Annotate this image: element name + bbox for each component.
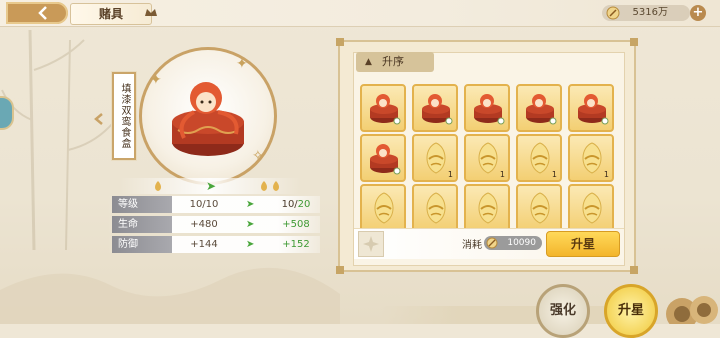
stat-next: 10/20 xyxy=(281,199,311,210)
empty-material-slot[interactable] xyxy=(358,231,384,257)
add-currency-button[interactable]: + xyxy=(690,5,706,21)
food-box-icon xyxy=(415,87,457,133)
back-arrow-icon xyxy=(38,6,47,20)
stat-next: +508 xyxy=(282,219,310,230)
material-slot-food-box[interactable] xyxy=(360,134,406,182)
material-slot-egg[interactable]: 1 xyxy=(568,134,614,182)
star-rank-icon xyxy=(261,181,267,191)
material-slot-food-box[interactable] xyxy=(412,84,458,132)
stat-label: 生命 xyxy=(112,216,172,233)
back-button[interactable] xyxy=(6,2,68,24)
arrow-right-icon: ➤ xyxy=(246,239,255,250)
food-box-character-image xyxy=(172,82,244,156)
upgrade-tab-button[interactable]: 升星 xyxy=(604,284,658,338)
arrow-right-icon: ➤ xyxy=(246,219,255,230)
crown-icon xyxy=(145,9,157,16)
egg-icon xyxy=(363,187,405,233)
material-slot-food-box[interactable] xyxy=(516,84,562,132)
sparkle-icon: ✦ xyxy=(236,56,248,72)
food-box-icon xyxy=(571,87,613,133)
material-slot-egg[interactable]: 1 xyxy=(516,134,562,182)
stat-row-defense: 防御 +144 ➤ +152 xyxy=(108,236,320,253)
sparkle-icon: ✧ xyxy=(252,148,264,164)
item-name: 填漆双鸾食盒 xyxy=(111,71,137,161)
cost-label: 消耗 xyxy=(462,240,482,251)
material-slot-egg[interactable] xyxy=(464,184,510,232)
sparkle-placeholder-icon xyxy=(363,236,379,252)
stat-row-level: 等级 10/10 ➤ 10/20 xyxy=(108,196,320,213)
item-portrait xyxy=(139,47,277,185)
stat-label: 等级 xyxy=(112,196,172,213)
food-box-icon xyxy=(467,87,509,133)
stat-label: 防御 xyxy=(112,236,172,253)
stat-current: +144 xyxy=(190,239,218,250)
arrow-right-icon: ➤ xyxy=(206,179,217,193)
coin-icon xyxy=(606,6,620,20)
food-box-icon xyxy=(363,87,405,133)
sort-button[interactable]: ▲ 升序 xyxy=(356,52,434,72)
material-slot-food-box[interactable] xyxy=(464,84,510,132)
bottom-rail xyxy=(380,306,640,324)
currency-amount: 5316万 xyxy=(632,7,668,18)
material-slot-egg[interactable]: 1 xyxy=(412,134,458,182)
material-slot-egg[interactable] xyxy=(412,184,458,232)
enhance-tab-button[interactable]: 强化 xyxy=(536,284,590,338)
rank-strip: ➤ xyxy=(120,178,300,194)
egg-icon xyxy=(519,187,561,233)
cost-value: 10090 xyxy=(484,236,542,250)
stat-current: 10/10 xyxy=(189,199,219,210)
slot-count: 1 xyxy=(499,170,505,179)
star-rank-icon xyxy=(155,181,161,191)
stat-next: +152 xyxy=(282,239,310,250)
page-title: 赌具 xyxy=(70,3,152,25)
sparkle-icon: ✦ xyxy=(150,72,162,88)
arrow-right-icon: ➤ xyxy=(246,199,255,210)
material-slot-egg[interactable] xyxy=(360,184,406,232)
material-slot-egg[interactable]: 1 xyxy=(464,134,510,182)
material-slot-egg[interactable] xyxy=(516,184,562,232)
star-rank-icon xyxy=(273,181,279,191)
fan-decoration xyxy=(666,296,718,324)
top-bar: 赌具 5316万 + xyxy=(0,0,720,27)
star-up-button[interactable]: 升星 xyxy=(546,231,620,257)
material-slot-food-box[interactable] xyxy=(360,84,406,132)
egg-icon xyxy=(415,187,457,233)
egg-icon xyxy=(571,187,613,233)
sort-triangle-icon: ▲ xyxy=(365,57,372,67)
food-box-icon xyxy=(519,87,561,133)
slot-count: 1 xyxy=(447,170,453,179)
stat-row-hp: 生命 +480 ➤ +508 xyxy=(108,216,320,233)
currency-display: 5316万 xyxy=(602,5,690,21)
material-slot-egg[interactable] xyxy=(568,184,614,232)
stat-current: +480 xyxy=(190,219,218,230)
bamboo-decoration xyxy=(1,30,113,250)
material-slot-food-box[interactable] xyxy=(568,84,614,132)
egg-icon xyxy=(467,187,509,233)
coin-icon xyxy=(486,237,498,249)
slot-count: 1 xyxy=(603,170,609,179)
chevron-left-icon[interactable] xyxy=(92,112,106,126)
slot-count: 1 xyxy=(551,170,557,179)
food-box-icon xyxy=(363,137,405,183)
